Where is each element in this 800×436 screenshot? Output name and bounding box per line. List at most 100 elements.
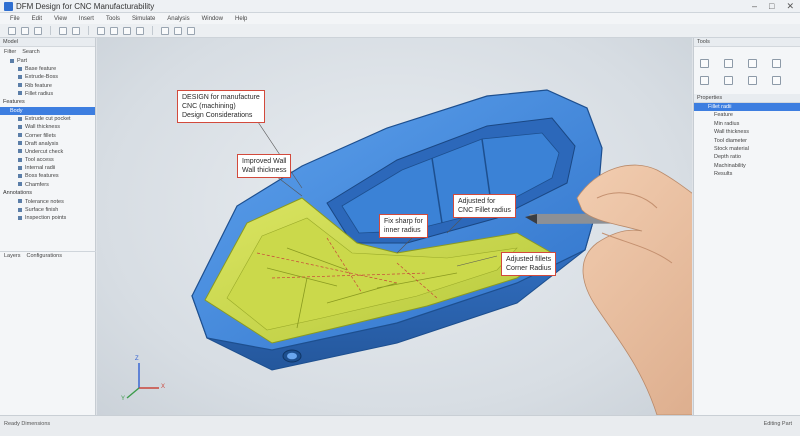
callout-wall-thickness[interactable]: Improved Wall Wall thickness: [237, 154, 292, 178]
3d-viewport[interactable]: Z X Y DESIGN for manufacture CNC (machin…: [97, 38, 692, 415]
panel-header: Tools: [694, 38, 800, 47]
tool-grid: [694, 47, 800, 85]
shell-icon[interactable]: [700, 76, 709, 85]
tree-item-label: Wall thickness: [25, 124, 60, 131]
tree-item[interactable]: Rib feature: [0, 82, 95, 90]
tree-item[interactable]: Tolerance notes: [0, 198, 95, 206]
chamfer-icon[interactable]: [772, 59, 781, 68]
maximize-icon[interactable]: □: [769, 1, 774, 12]
menu-edit[interactable]: Edit: [26, 16, 48, 22]
feature-icon: [18, 157, 22, 162]
tree-item-label: Fillet radius: [25, 90, 54, 97]
pan-icon[interactable]: [136, 26, 144, 35]
menu-file[interactable]: File: [4, 16, 26, 22]
properties-section: Properties Fillet radii Feature Min radi…: [694, 94, 800, 179]
tree-item-label: Rib feature: [25, 82, 52, 89]
tree-item[interactable]: Internal radii: [0, 164, 95, 172]
axis-label-z: Z: [135, 356, 139, 362]
tree-item[interactable]: Base feature: [0, 65, 95, 73]
mirror-icon[interactable]: [772, 76, 781, 85]
menu-window[interactable]: Window: [196, 16, 229, 22]
panel-tabs: Filter Search: [0, 47, 95, 57]
annotation-icon: [18, 215, 22, 220]
tree-item[interactable]: Inspection points: [0, 214, 95, 222]
tree-item[interactable]: Draft analysis: [0, 140, 95, 148]
feature-icon: [18, 66, 22, 71]
menu-help[interactable]: Help: [229, 16, 253, 22]
menu-simulate[interactable]: Simulate: [126, 16, 161, 22]
property-item[interactable]: Stock material: [694, 145, 800, 153]
feature-icon: [18, 124, 22, 129]
select-icon[interactable]: [97, 26, 105, 35]
feature-icon: [18, 173, 22, 178]
mounting-hole-inner: [287, 352, 297, 360]
undo-icon[interactable]: [59, 26, 67, 35]
measure-icon[interactable]: [161, 26, 169, 35]
rib-icon[interactable]: [724, 76, 733, 85]
feature-icon: [18, 83, 22, 88]
section-view-icon[interactable]: [174, 26, 182, 35]
tree-item[interactable]: Undercut check: [0, 148, 95, 156]
feature-icon: [18, 141, 22, 146]
new-icon[interactable]: [8, 26, 16, 35]
tree-item[interactable]: Chamfers: [0, 181, 95, 189]
status-bar: Ready Dimensions Editing Part: [0, 415, 800, 436]
tree-item[interactable]: Corner fillets: [0, 132, 95, 140]
property-item[interactable]: Machinability: [694, 162, 800, 170]
property-item[interactable]: Feature: [694, 111, 800, 119]
tab-search[interactable]: Search: [22, 49, 39, 55]
zoom-icon[interactable]: [110, 26, 118, 35]
menu-analysis[interactable]: Analysis: [161, 16, 195, 22]
tree-item[interactable]: Fillet radius: [0, 90, 95, 98]
tab-filter[interactable]: Filter: [4, 49, 16, 55]
extrude-icon[interactable]: [724, 59, 733, 68]
properties-panel: Tools Properties Fillet radii Feature Mi…: [693, 38, 800, 425]
property-item-selected[interactable]: Fillet radii: [694, 103, 800, 112]
property-item[interactable]: Wall thickness: [694, 128, 800, 136]
display-style-icon[interactable]: [187, 26, 195, 35]
fillet-icon[interactable]: [748, 59, 757, 68]
redo-icon[interactable]: [72, 26, 80, 35]
sketch-icon[interactable]: [700, 59, 709, 68]
rotate-icon[interactable]: [123, 26, 131, 35]
annotation-icon: [18, 207, 22, 212]
pattern-icon[interactable]: [748, 76, 757, 85]
property-item[interactable]: Tool diameter: [694, 137, 800, 145]
status-mode: Editing Part: [763, 421, 792, 427]
property-item[interactable]: Results: [694, 170, 800, 178]
tree-item[interactable]: Part: [0, 57, 95, 65]
property-item[interactable]: Min radius: [694, 120, 800, 128]
menu-insert[interactable]: Insert: [73, 16, 100, 22]
menu-view[interactable]: View: [48, 16, 73, 22]
tree-item[interactable]: Wall thickness: [0, 123, 95, 131]
toolbar-divider: [50, 26, 51, 35]
tab-configurations[interactable]: Configurations: [27, 253, 62, 259]
callout-corner-radius[interactable]: Adjusted fillets Corner Radius: [501, 252, 557, 276]
menu-tools[interactable]: Tools: [100, 16, 126, 22]
tree-item[interactable]: Surface finish: [0, 206, 95, 214]
feature-icon: [18, 116, 22, 121]
feature-icon: [18, 74, 22, 79]
tree-item[interactable]: Extrude cut pocket: [0, 115, 95, 123]
tab-layers[interactable]: Layers: [4, 253, 21, 259]
minimize-icon[interactable]: –: [752, 1, 757, 12]
save-icon[interactable]: [34, 26, 42, 35]
callout-adjusted-radius[interactable]: Adjusted for CNC Fillet radius: [453, 194, 516, 218]
callout-design[interactable]: DESIGN for manufacture CNC (machining) D…: [177, 90, 265, 123]
panel-footer: Layers Configurations: [0, 251, 96, 260]
axis-triad: [126, 363, 159, 399]
tree-item-label: Tool access: [25, 157, 54, 164]
hand: [576, 164, 692, 415]
tree-item-label: Surface finish: [25, 207, 59, 213]
app-logo-icon: [4, 1, 13, 11]
tree-item[interactable]: Tool access: [0, 156, 95, 164]
close-icon[interactable]: ✕: [786, 1, 794, 12]
callout-fillet-fix[interactable]: Fix sharp for inner radius: [379, 214, 428, 238]
tree-item[interactable]: Extrude-Boss: [0, 73, 95, 81]
open-icon[interactable]: [21, 26, 29, 35]
tree-item-selected[interactable]: Body: [0, 106, 95, 116]
window-title: DFM Design for CNC Manufacturability: [16, 1, 155, 11]
property-item[interactable]: Depth ratio: [694, 153, 800, 161]
tree-item[interactable]: Boss features: [0, 172, 95, 180]
tree-item-label: Extrude-Boss: [25, 74, 59, 81]
